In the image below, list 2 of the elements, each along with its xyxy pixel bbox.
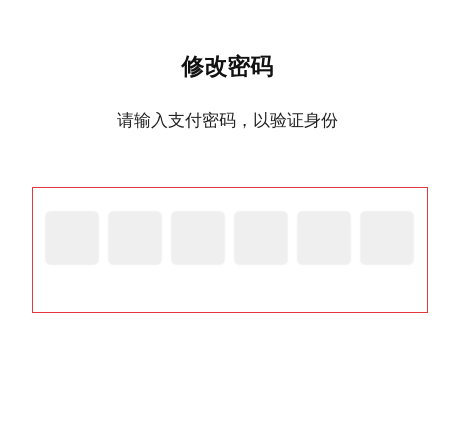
- instruction-text: 请输入支付密码，以验证身份: [117, 110, 338, 133]
- page-title: 修改密码: [182, 53, 274, 82]
